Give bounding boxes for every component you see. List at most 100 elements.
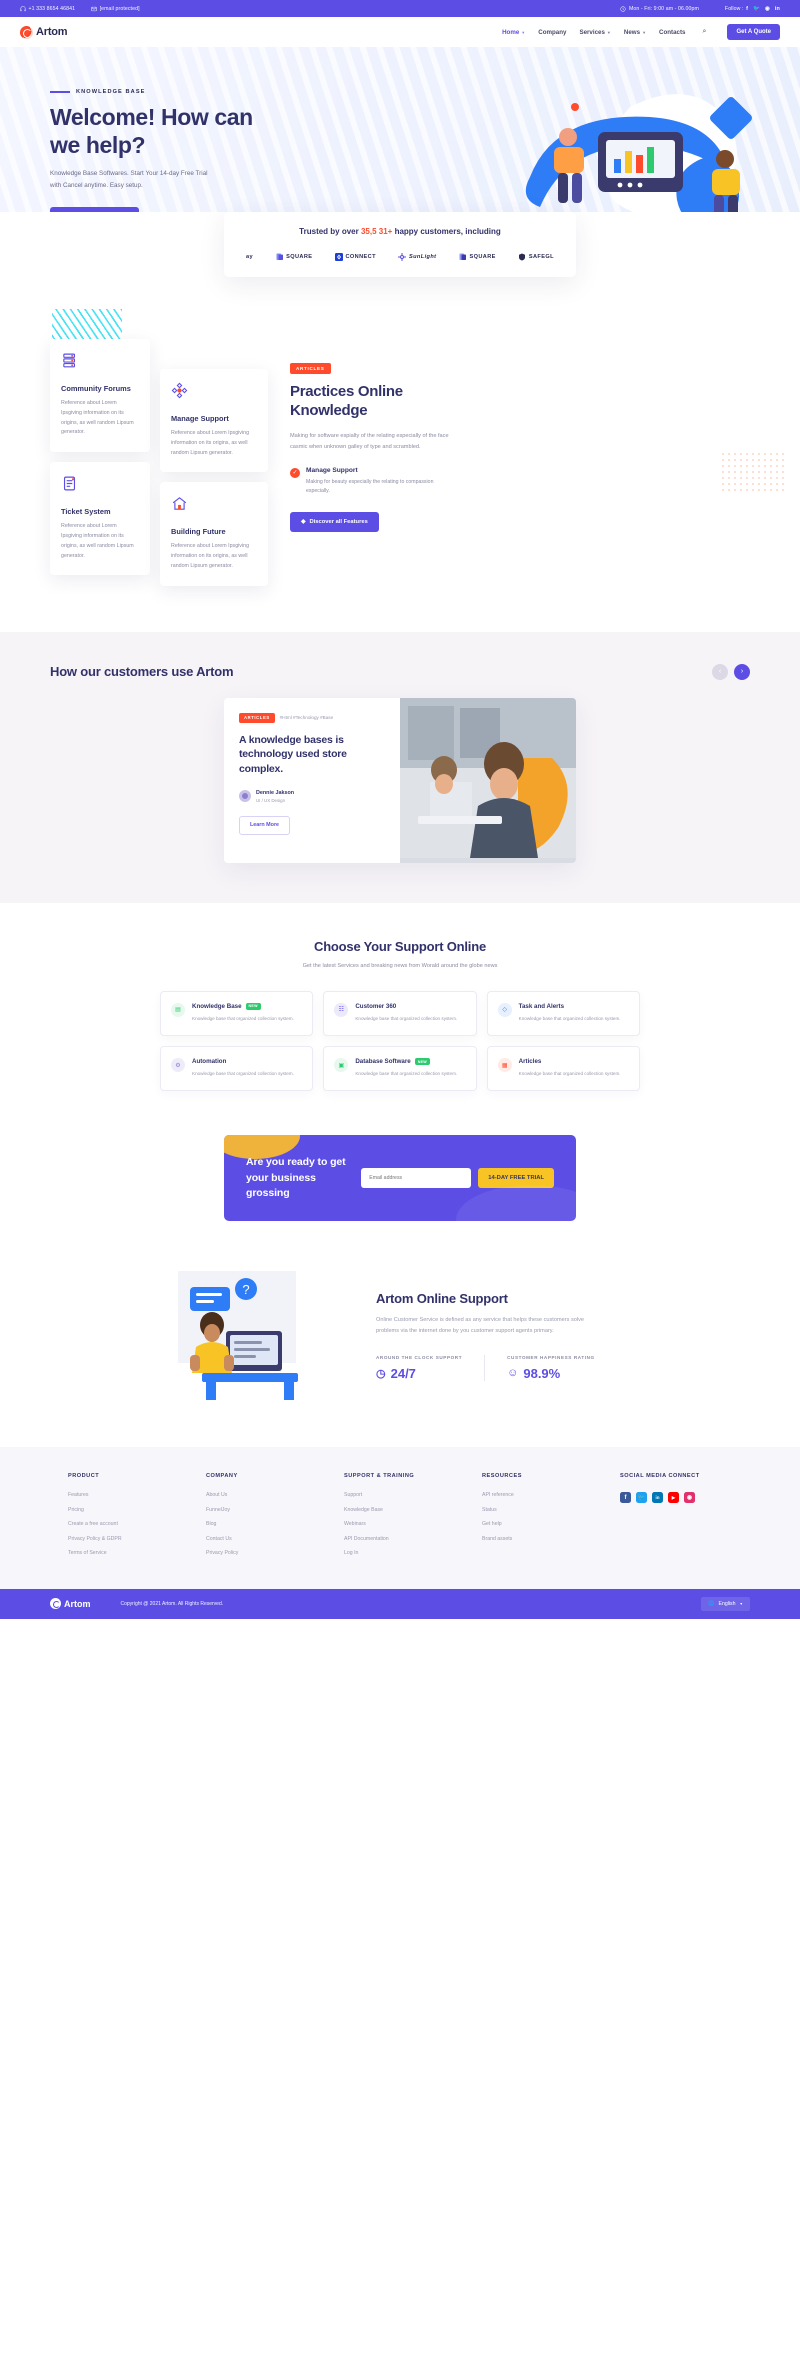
logo-mark-icon xyxy=(20,25,33,39)
nav-label: Home xyxy=(502,28,520,36)
footer-link[interactable]: API reference xyxy=(482,1492,612,1498)
file-icon: ▦ xyxy=(497,1058,512,1073)
story-author: Dennie Jakson UI / UX Design xyxy=(239,790,385,803)
footer-link[interactable]: FunnelJoy xyxy=(206,1507,336,1513)
square-icon xyxy=(276,253,283,260)
email-item[interactable]: [email protected] xyxy=(91,6,140,12)
trusted-suffix: happy customers, including xyxy=(392,227,501,236)
new-badge: NEW xyxy=(414,1058,430,1066)
brand-label: CONNECT xyxy=(345,254,376,260)
footer-link[interactable]: About Us xyxy=(206,1492,336,1498)
feature-card-ticket-system[interactable]: Ticket System Reference about Lorem Ipsg… xyxy=(50,462,150,576)
hours-text: Mon - Fri: 9:00 am - 06.00pm xyxy=(628,5,699,12)
trusted-heading: Trusted by over 35,5 31+ happy customers… xyxy=(242,227,558,236)
nav-item-company[interactable]: Company xyxy=(538,29,566,36)
language-selector[interactable]: 🌐 English ▼ xyxy=(701,1596,750,1611)
nav-item-home[interactable]: Home ▼ xyxy=(502,29,525,36)
nav-item-services[interactable]: Services ▼ xyxy=(579,29,610,36)
footer-link[interactable]: Blog xyxy=(206,1521,336,1527)
brand-logo: SQUARE xyxy=(459,253,496,261)
free-trial-button[interactable]: 14-DAY FREE TRIAL xyxy=(478,1168,554,1189)
linkedin-icon[interactable]: in xyxy=(775,6,780,12)
support-card-articles[interactable]: ▦ Articles Knowledge base that organized… xyxy=(486,1046,640,1092)
footer-link[interactable]: Brand assets xyxy=(482,1536,612,1542)
logo-mark-icon xyxy=(50,1598,61,1610)
brand-label: SQUARE xyxy=(286,254,313,260)
twitter-icon[interactable]: 🐦 xyxy=(753,6,760,12)
footer-link[interactable]: Terms of Service xyxy=(68,1550,198,1556)
facebook-icon[interactable]: f xyxy=(620,1492,631,1504)
learn-more-button[interactable]: Learn More xyxy=(239,815,291,835)
hours-item: Mon - Fri: 9:00 am - 06.00pm xyxy=(620,5,699,12)
email-input[interactable] xyxy=(361,1168,472,1189)
card-title: Building Future xyxy=(171,527,226,537)
footer-link[interactable]: Webinars xyxy=(344,1521,474,1527)
support-card-automation[interactable]: ⚙ Automation Knowledge base that organiz… xyxy=(160,1046,314,1092)
footer-logo[interactable]: Artom xyxy=(50,1598,91,1610)
support-card-task-and-alerts[interactable]: ◇ Task and Alerts Knowledge base that or… xyxy=(486,990,640,1037)
footer-column-resources: RESOURCES API reference Status Get help … xyxy=(482,1473,612,1565)
follow-label: Follow : xyxy=(724,5,744,12)
copyright-text: Copyright @ 2021 Artom. All Rights Reser… xyxy=(120,1600,224,1607)
svg-text:?: ? xyxy=(242,1282,249,1297)
search-icon[interactable]: ⌕ xyxy=(703,28,707,36)
nav-item-news[interactable]: News ▼ xyxy=(624,29,646,36)
cta-banner: Are you ready to get your business gross… xyxy=(224,1135,576,1222)
feature-card-community-forums[interactable]: Community Forums Reference about Lorem I… xyxy=(50,339,150,453)
footer-link[interactable]: Support xyxy=(344,1492,474,1498)
brand-logos: ay SQUARE CONNECT SunLight SQUARE SAFEGL xyxy=(242,253,558,261)
footer-bottom-bar: Artom Copyright @ 2021 Artom. All Rights… xyxy=(0,1588,800,1619)
footer-link[interactable]: API Documentation xyxy=(344,1536,474,1542)
logo[interactable]: Artom xyxy=(20,25,68,39)
card-text: Reference about Lorem Ipsgiving informat… xyxy=(61,523,134,559)
card-title: Task and Alerts xyxy=(518,1002,565,1010)
carousel-next-button[interactable]: › xyxy=(734,663,750,680)
nav-item-contacts[interactable]: Contacts xyxy=(659,29,685,36)
footer-link[interactable]: Privacy Policy & GDPR xyxy=(68,1536,198,1542)
artom-support-section: ? Artom Online Support Online Customer S… xyxy=(0,1255,800,1448)
story-badge: ARTICLES xyxy=(239,712,275,723)
support-card-knowledge-base[interactable]: ▤ Knowledge Base NEW Knowledge base that … xyxy=(160,990,314,1037)
footer-link[interactable]: Status xyxy=(482,1507,612,1513)
linkedin-icon[interactable]: in xyxy=(652,1492,663,1504)
get-a-quote-button[interactable]: Get A Quote xyxy=(727,24,780,40)
support-card-database-software[interactable]: ▣ Database Software NEW Knowledge base th… xyxy=(323,1046,477,1092)
phone-item[interactable]: +1 333 8654 46841 xyxy=(20,6,75,12)
card-title: Manage Support xyxy=(171,414,229,423)
facebook-icon[interactable]: f xyxy=(746,6,748,12)
nav-label: Services xyxy=(579,28,605,36)
footer-link[interactable]: Features xyxy=(68,1492,198,1498)
carousel-prev-button[interactable]: ‹ xyxy=(712,663,728,680)
card-text: Knowledge base that organized collection… xyxy=(192,1071,294,1077)
brand-label: SQUARE xyxy=(469,254,496,260)
feature-card-manage-support[interactable]: Manage Support Reference about Lorem Ips… xyxy=(160,369,268,473)
instagram-icon[interactable]: ◉ xyxy=(765,6,770,12)
cta-section: Are you ready to get your business gross… xyxy=(0,1125,800,1256)
footer-link[interactable]: Privacy Policy xyxy=(206,1550,336,1556)
footer-link[interactable]: Knowledge Base xyxy=(344,1507,474,1513)
instagram-icon[interactable]: ◉ xyxy=(684,1492,695,1504)
brand-label: ay xyxy=(246,254,254,260)
twitter-icon[interactable]: 🐦 xyxy=(636,1492,647,1504)
footer-link[interactable]: Pricing xyxy=(68,1507,198,1513)
card-text: Reference about Lorem Ipsgiving informat… xyxy=(61,400,134,436)
sun-icon xyxy=(398,253,407,261)
footer-link[interactable]: Get help xyxy=(482,1521,612,1527)
card-title: Customer 360 xyxy=(355,1002,397,1010)
discover-features-button[interactable]: ◆ Discover all Features xyxy=(290,512,379,533)
card-text: Reference about Lorem Ipsgiving informat… xyxy=(171,543,250,569)
youtube-icon[interactable]: ▶ xyxy=(668,1492,679,1504)
support-card-customer-360[interactable]: ☷ Customer 360 Knowledge base that organ… xyxy=(323,990,477,1037)
footer-link[interactable]: Create a free account xyxy=(68,1521,198,1527)
feature-card-building-future[interactable]: Building Future Reference about Lorem Ip… xyxy=(160,482,268,586)
support-online-section: Choose Your Support Online Get the lates… xyxy=(0,902,800,1126)
brand-logo: SAFEGL xyxy=(518,253,554,261)
footer-column-company: COMPANY About Us FunnelJoy Blog Contact … xyxy=(206,1473,336,1565)
trusted-prefix: Trusted by over xyxy=(299,227,361,236)
card-text: Knowledge base that organized collection… xyxy=(355,1015,458,1021)
promo-check-item: ✓ Manage Support Making for beauty espec… xyxy=(290,467,750,497)
servers-icon xyxy=(63,353,76,368)
footer-link[interactable]: Log In xyxy=(344,1550,474,1556)
footer-link[interactable]: Contact Us xyxy=(206,1536,336,1542)
target-icon xyxy=(171,382,188,399)
